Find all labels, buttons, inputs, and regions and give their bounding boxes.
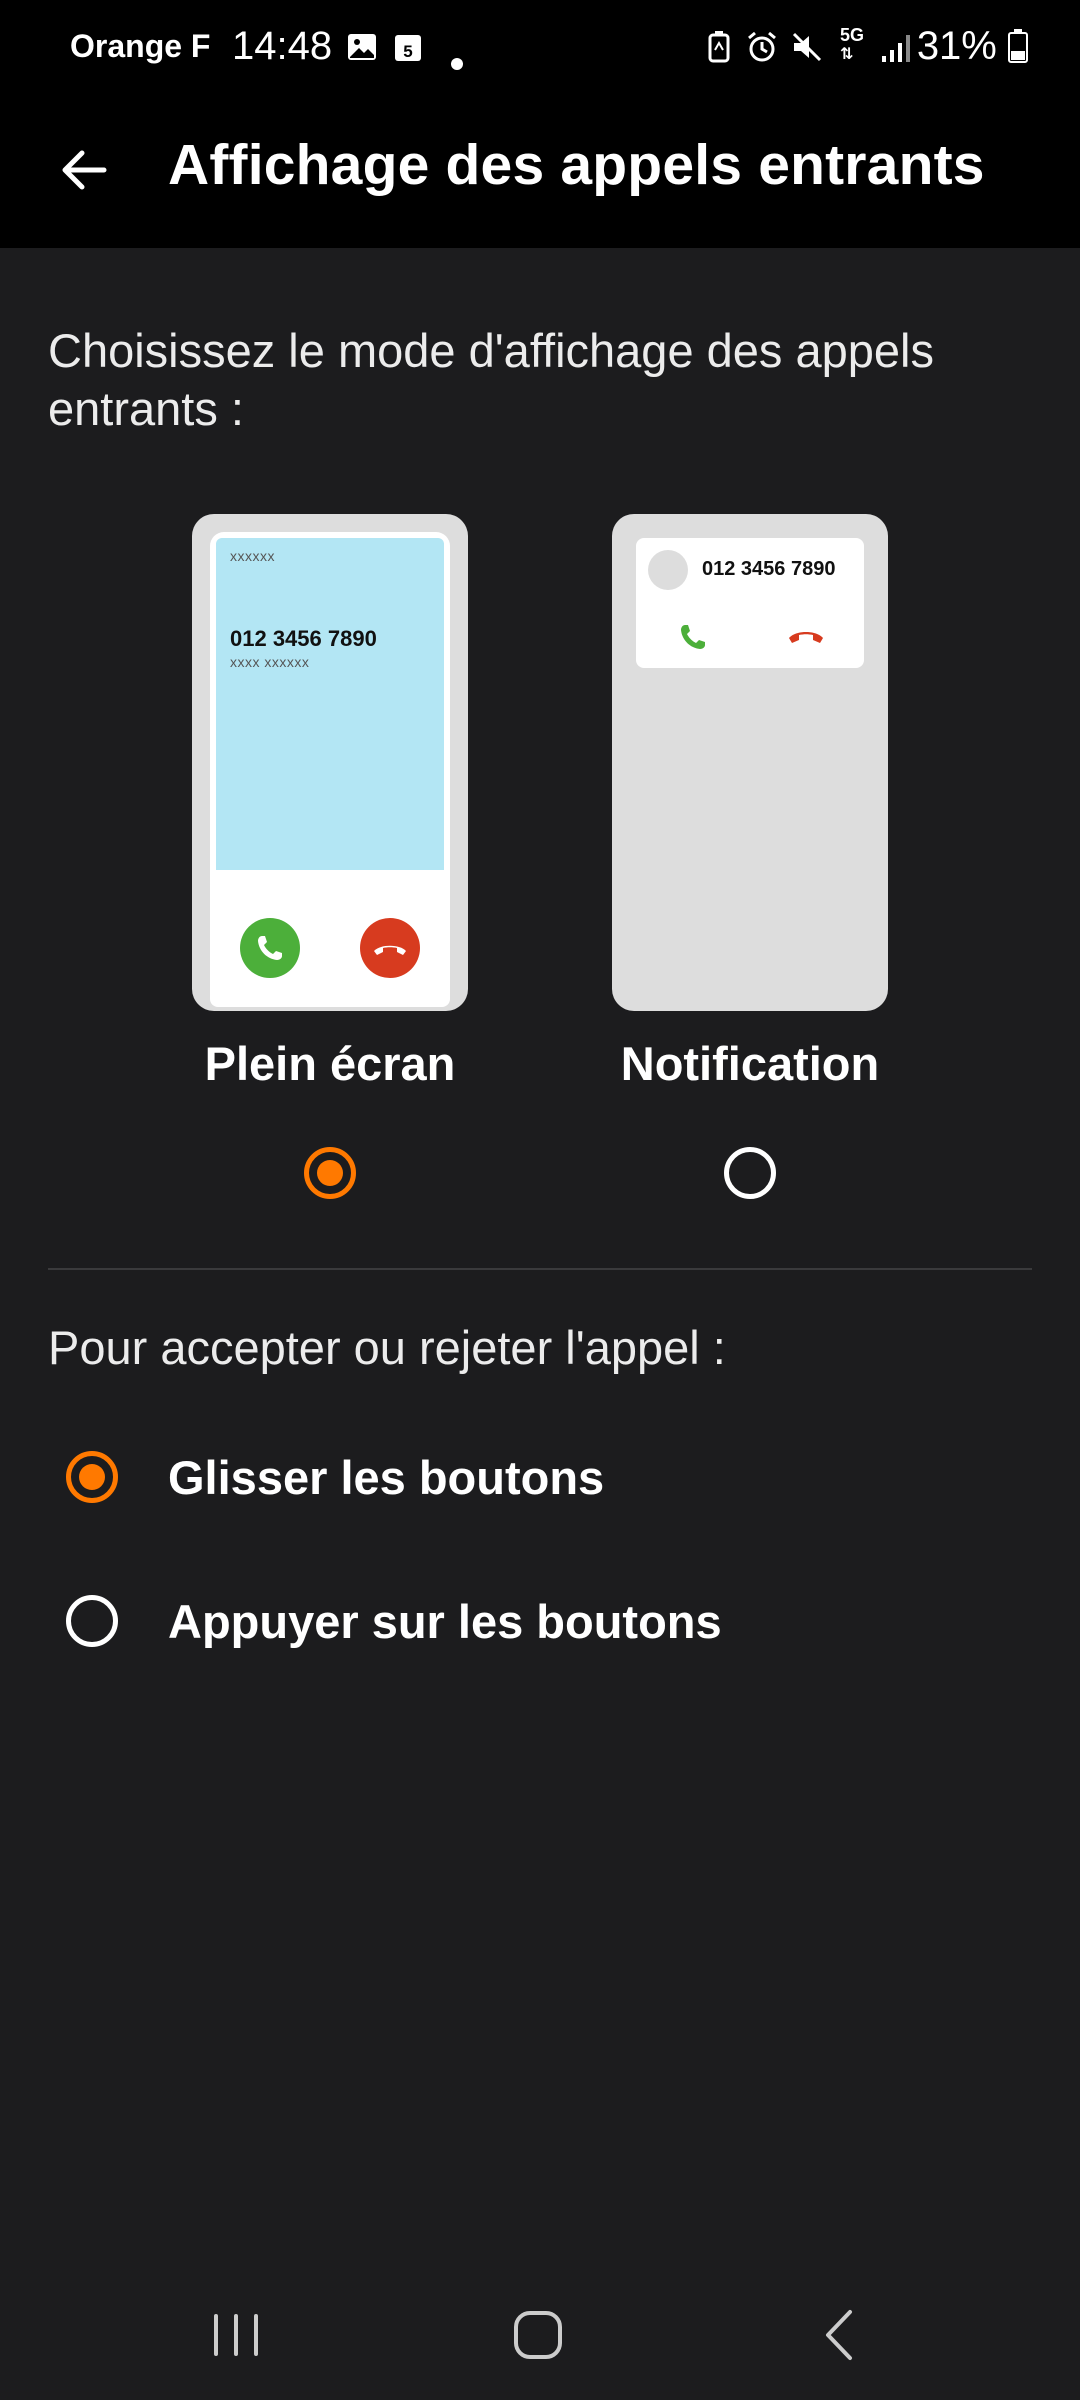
- swipe-buttons-radio[interactable]: [66, 1451, 118, 1503]
- gallery-icon: [346, 30, 378, 72]
- fullscreen-preview-screen: xxxxxx 012 3456 7890 xxxx xxxxxx: [210, 532, 450, 1007]
- nav-back-icon: [826, 2310, 852, 2360]
- fullscreen-caller-area: xxxxxx 012 3456 7890 xxxx xxxxxx: [216, 538, 444, 870]
- recent-apps-button[interactable]: [196, 2300, 276, 2370]
- battery-icon: [1008, 29, 1028, 63]
- display-mode-prompt: Choisissez le mode d'affichage des appel…: [48, 324, 934, 435]
- signal-icon: [880, 30, 914, 73]
- answer-mode-prompt: Pour accepter ou rejeter l'appel :: [48, 1321, 726, 1374]
- navigation-bar: [0, 2270, 1080, 2400]
- clock: 14:48: [232, 24, 333, 68]
- fullscreen-radio[interactable]: [304, 1147, 356, 1199]
- fullscreen-option-label[interactable]: Plein écran: [150, 1036, 510, 1091]
- home-icon: [514, 2311, 562, 2359]
- swipe-buttons-option[interactable]: Glisser les boutons: [48, 1423, 1032, 1533]
- divider: [48, 1268, 1032, 1270]
- back-button[interactable]: [48, 134, 120, 206]
- page-title: Affichage des appels entrants: [168, 133, 985, 197]
- network-type: 5G ⇅: [840, 26, 864, 64]
- avatar: [648, 550, 688, 590]
- network-label: 5G: [840, 25, 865, 45]
- app-bar: Affichage des appels entrants: [0, 98, 1080, 248]
- alarm-icon: [745, 30, 779, 73]
- mock-caller-subtext: xxxx xxxxxx: [230, 654, 310, 670]
- phone-reject-icon: [789, 632, 823, 643]
- notification-radio[interactable]: [724, 1147, 776, 1199]
- phone-reject-icon: [360, 918, 420, 978]
- calendar-icon: 5: [392, 30, 424, 72]
- mock-caller-name: xxxxxx: [230, 548, 275, 564]
- mute-icon: [790, 30, 824, 73]
- calendar-day: 5: [403, 42, 412, 61]
- recent-apps-icon: [214, 2314, 258, 2356]
- notification-option-label[interactable]: Notification: [570, 1036, 930, 1091]
- phone-accept-icon: [240, 918, 300, 978]
- status-bar: Orange F 14:48 5 5G ⇅ 31%: [0, 0, 1080, 98]
- swipe-buttons-label: Glisser les boutons: [168, 1451, 605, 1504]
- home-button[interactable]: [498, 2300, 578, 2370]
- tap-buttons-radio[interactable]: [66, 1595, 118, 1647]
- carrier-name: Orange F: [70, 28, 211, 64]
- fullscreen-preview[interactable]: xxxxxx 012 3456 7890 xxxx xxxxxx: [192, 514, 468, 1011]
- battery-status: 31%: [917, 24, 1028, 69]
- notification-preview[interactable]: 012 3456 7890: [612, 514, 888, 1011]
- mock-caller-number: 012 3456 7890: [230, 626, 377, 651]
- tap-buttons-option[interactable]: Appuyer sur les boutons: [48, 1567, 1032, 1677]
- notification-card: 012 3456 7890: [636, 538, 864, 668]
- mock-caller-number: 012 3456 7890: [702, 558, 836, 580]
- nav-back-button[interactable]: [800, 2300, 880, 2370]
- phone-accept-icon: [681, 625, 705, 649]
- tap-buttons-label: Appuyer sur les boutons: [168, 1595, 722, 1648]
- back-arrow-icon: [62, 150, 107, 190]
- battery-percent: 31%: [916, 24, 997, 68]
- notification-dot-icon: [450, 38, 464, 80]
- battery-saver-icon: [704, 30, 734, 73]
- data-arrows-icon: ⇅: [840, 46, 854, 63]
